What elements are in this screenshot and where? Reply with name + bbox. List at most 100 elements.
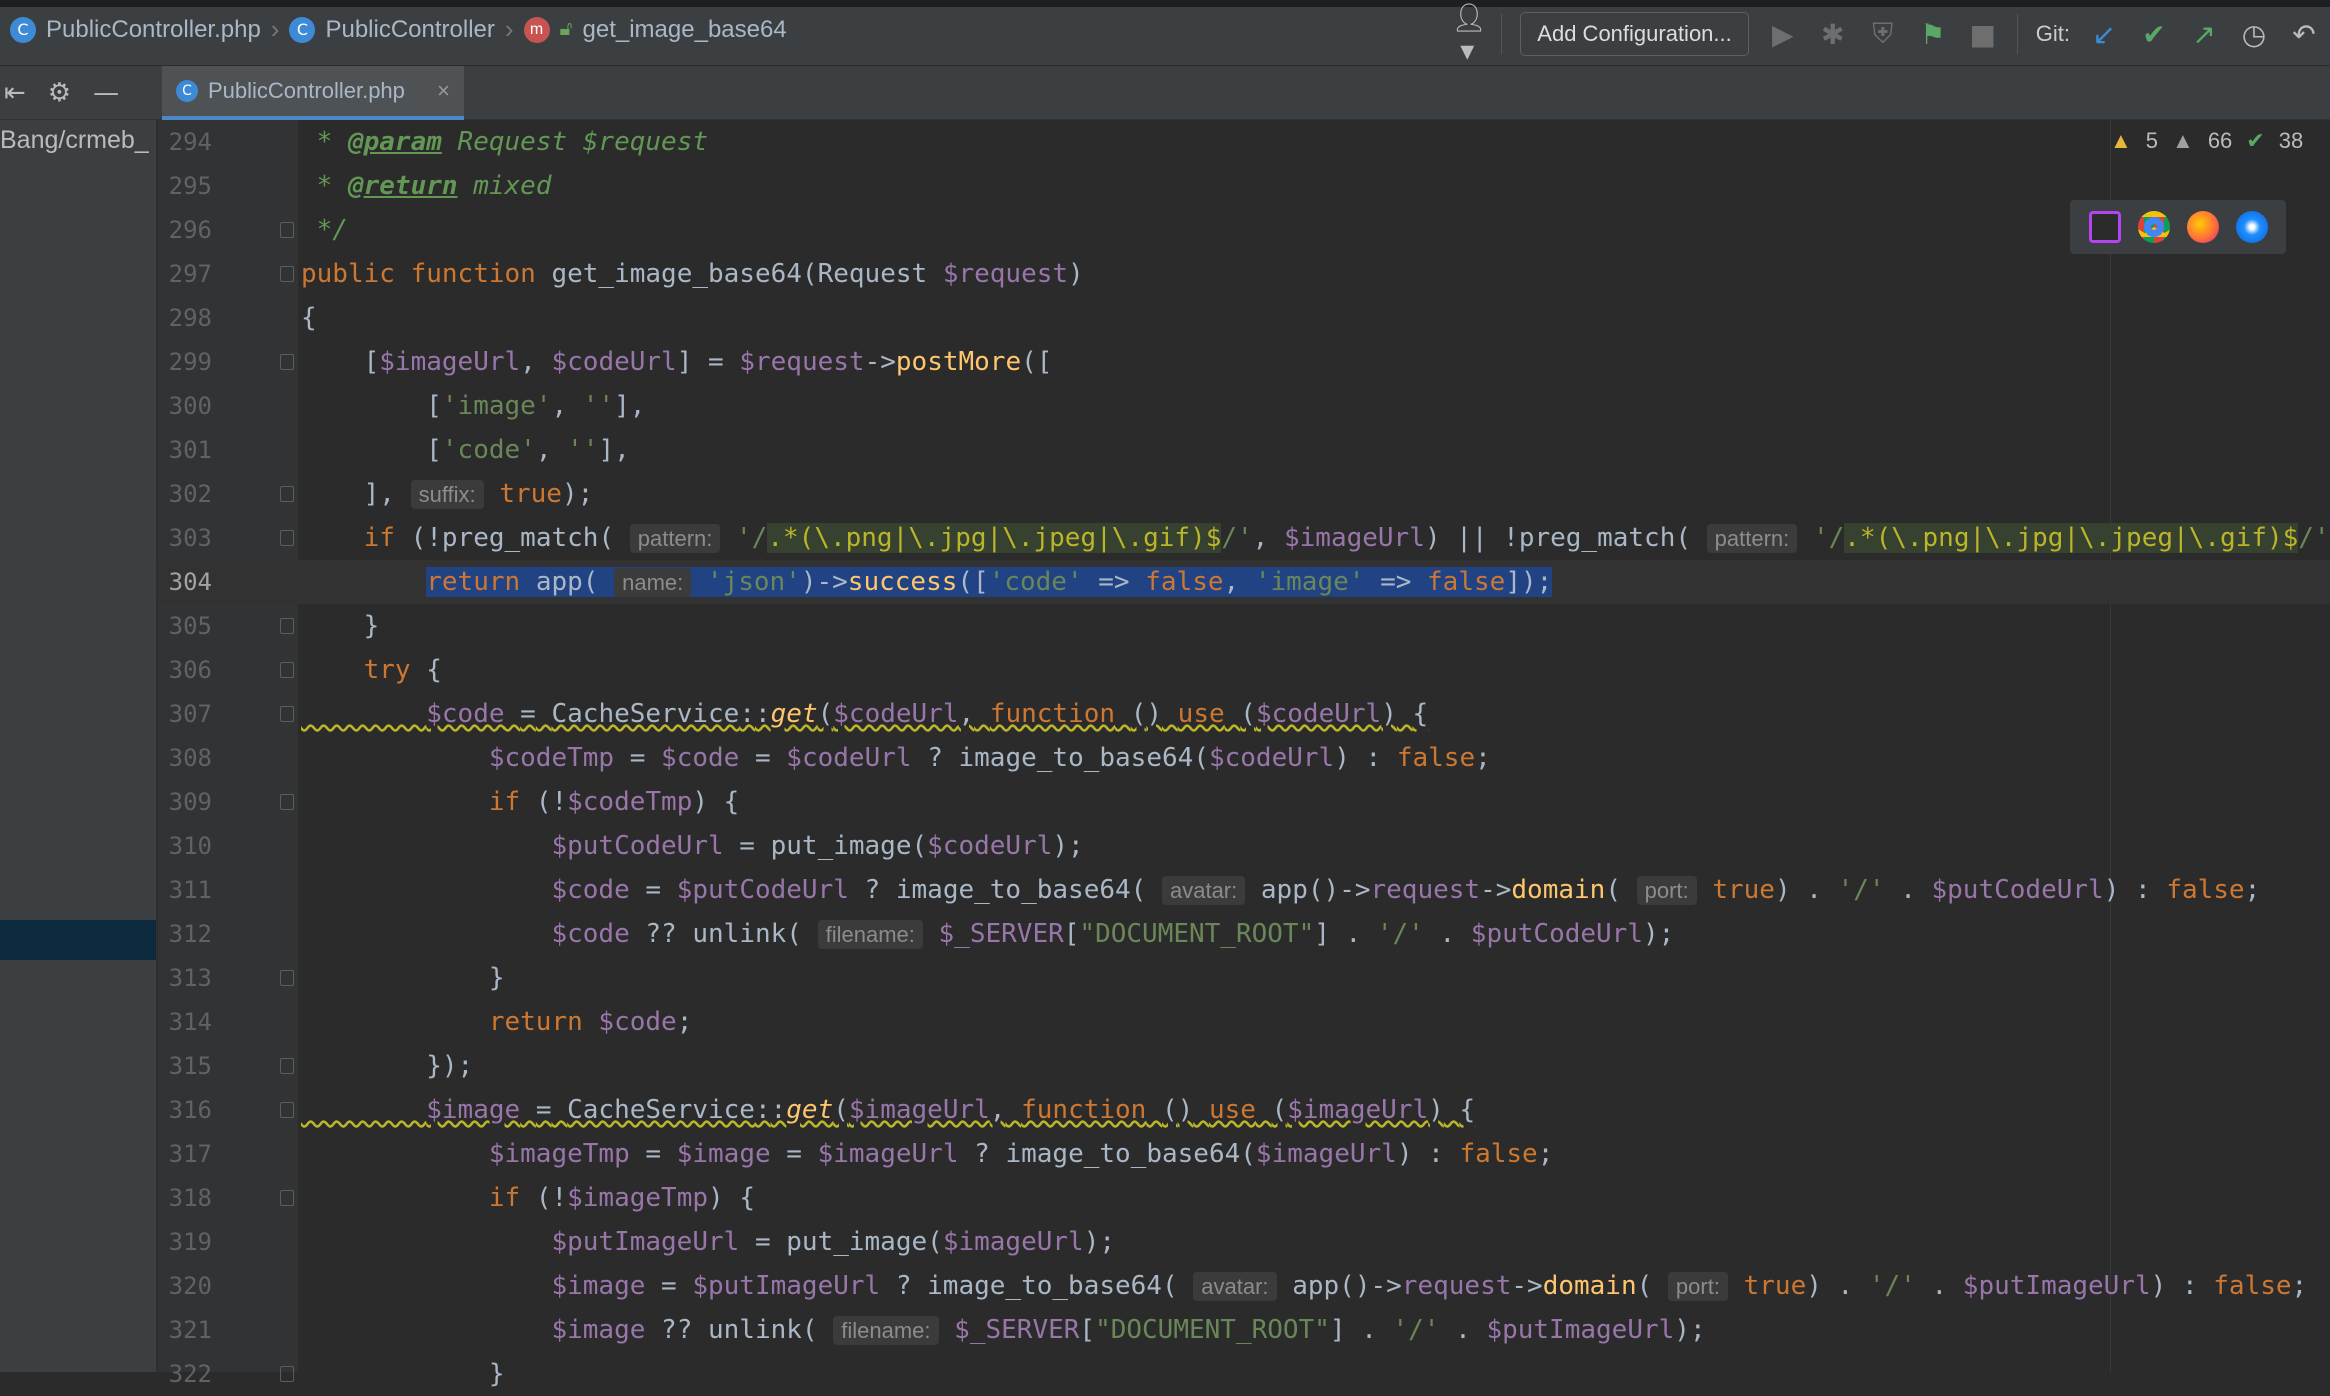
git-label: Git: xyxy=(2035,21,2070,46)
code-line[interactable]: 317 $imageTmp = $image = $imageUrl ? ima… xyxy=(158,1132,2330,1176)
line-number: 322 xyxy=(168,1360,212,1388)
fold-marker-icon[interactable] xyxy=(280,794,294,810)
debug-icon[interactable]: ✱ xyxy=(1817,18,1849,51)
code-text: $putCodeUrl = put_image($codeUrl); xyxy=(551,831,1084,861)
fold-marker-icon[interactable] xyxy=(280,1190,294,1206)
line-number: 311 xyxy=(168,876,212,904)
code-line[interactable]: 310 $putCodeUrl = put_image($codeUrl); xyxy=(158,824,2330,868)
tab-publiccontroller[interactable]: C PublicController.php × xyxy=(162,66,464,120)
code-line[interactable]: 296 */ xyxy=(158,208,2330,252)
git-commit-icon[interactable]: ✔ xyxy=(2138,18,2170,51)
fold-marker-icon[interactable] xyxy=(280,354,294,370)
safari-icon[interactable] xyxy=(2235,211,2268,243)
warning-count: 5 xyxy=(2145,128,2159,153)
code-text: $codeTmp = $code = $codeUrl ? image_to_b… xyxy=(488,743,1491,773)
fold-marker-icon[interactable] xyxy=(280,222,294,238)
code-line[interactable]: 299 [$imageUrl, $codeUrl] = $request->po… xyxy=(158,340,2330,384)
code-line[interactable]: 319 $putImageUrl = put_image($imageUrl); xyxy=(158,1220,2330,1264)
history-icon[interactable]: ◷ xyxy=(2238,18,2270,51)
breadcrumb: C PublicController.php › C PublicControl… xyxy=(10,14,787,45)
firefox-icon[interactable] xyxy=(2186,211,2219,243)
breadcrumb-method[interactable]: get_image_base64 xyxy=(583,16,787,44)
code-text: [$imageUrl, $codeUrl] = $request->postMo… xyxy=(363,347,1053,377)
browser-preview-popup xyxy=(2070,200,2286,254)
selected-tree-item[interactable] xyxy=(0,920,156,960)
code-text: */ xyxy=(301,215,348,245)
project-path[interactable]: Bang/crmeb_ xyxy=(0,126,149,155)
git-update-icon[interactable]: ↙ xyxy=(2088,18,2120,51)
code-line[interactable]: 297 public function get_image_base64(Requ… xyxy=(158,252,2330,296)
code-text: try { xyxy=(363,655,442,685)
line-number: 301 xyxy=(168,436,212,464)
fold-marker-icon[interactable] xyxy=(280,1102,294,1118)
gear-icon[interactable]: ⚙ xyxy=(48,78,71,108)
code-line[interactable]: 308 $codeTmp = $code = $codeUrl ? image_… xyxy=(158,736,2330,780)
stop-icon[interactable]: ■ xyxy=(1967,18,1999,51)
code-line[interactable]: 314 return $code; xyxy=(158,1000,2330,1044)
code-line[interactable]: 305 } xyxy=(158,604,2330,648)
code-line[interactable]: 322 } xyxy=(158,1352,2330,1396)
fold-marker-icon[interactable] xyxy=(280,618,294,634)
add-configuration-button[interactable]: Add Configuration... xyxy=(1520,12,1749,56)
line-number: 300 xyxy=(168,392,212,420)
code-line[interactable]: 309 if (!$codeTmp) { xyxy=(158,780,2330,824)
fold-marker-icon[interactable] xyxy=(280,266,294,282)
check-icon: ✔ xyxy=(2246,128,2265,153)
code-line[interactable]: 304 return app( name: 'json')->success([… xyxy=(158,560,2330,604)
fold-marker-icon[interactable] xyxy=(280,970,294,986)
fold-marker-icon[interactable] xyxy=(280,1058,294,1074)
line-number: 299 xyxy=(168,348,212,376)
close-icon[interactable]: × xyxy=(437,78,450,104)
git-push-icon[interactable]: ↗ xyxy=(2188,18,2220,51)
breadcrumb-file[interactable]: PublicController.php xyxy=(46,16,261,44)
code-text: { xyxy=(301,303,317,333)
coverage-icon[interactable]: ⛨ xyxy=(1867,17,1899,51)
fold-marker-icon[interactable] xyxy=(280,706,294,722)
code-line[interactable]: 307 $code = CacheService::get($codeUrl, … xyxy=(158,692,2330,736)
inspection-widget[interactable]: ▲ 5 ▲ 66 ✔ 38 xyxy=(2110,128,2303,154)
user-icon[interactable]: 👤︎▾ xyxy=(1451,1,1487,67)
fold-marker-icon[interactable] xyxy=(280,662,294,678)
fold-marker-icon[interactable] xyxy=(280,1366,294,1382)
line-number: 296 xyxy=(168,216,212,244)
phpstorm-icon[interactable] xyxy=(2088,211,2121,243)
code-line[interactable]: 298 { xyxy=(158,296,2330,340)
code-line[interactable]: 321 $image ?? unlink( filename: $_SERVER… xyxy=(158,1308,2330,1352)
php-class-icon: C xyxy=(176,80,198,102)
code-line[interactable]: 312 $code ?? unlink( filename: $_SERVER[… xyxy=(158,912,2330,956)
profile-icon[interactable]: ⚑ xyxy=(1917,18,1949,51)
code-line[interactable]: 295 * @return mixed xyxy=(158,164,2330,208)
code-text: $image ?? unlink( filename: $_SERVER["DO… xyxy=(551,1315,1706,1345)
code-text: return $code; xyxy=(488,1007,693,1037)
line-number: 310 xyxy=(168,832,212,860)
line-number: 318 xyxy=(168,1184,212,1212)
breadcrumb-class[interactable]: PublicController xyxy=(325,16,494,44)
line-number: 313 xyxy=(168,964,212,992)
code-line[interactable]: 302 ], suffix: true); xyxy=(158,472,2330,516)
code-line[interactable]: 315 }); xyxy=(158,1044,2330,1088)
code-text: $code = CacheService::get($codeUrl, func… xyxy=(426,699,1429,729)
code-line[interactable]: 306 try { xyxy=(158,648,2330,692)
chrome-icon[interactable] xyxy=(2137,211,2170,243)
code-line[interactable]: 320 $image = $putImageUrl ? image_to_bas… xyxy=(158,1264,2330,1308)
line-number: 316 xyxy=(168,1096,212,1124)
fold-marker-icon[interactable] xyxy=(280,530,294,546)
code-line[interactable]: 311 $code = $putCodeUrl ? image_to_base6… xyxy=(158,868,2330,912)
code-text: if (!$imageTmp) { xyxy=(488,1183,755,1213)
code-line[interactable]: 316 $image = CacheService::get($imageUrl… xyxy=(158,1088,2330,1132)
minimize-icon[interactable]: — xyxy=(93,78,119,108)
fold-marker-icon[interactable] xyxy=(280,486,294,502)
run-icon[interactable]: ▶ xyxy=(1767,18,1799,51)
code-line[interactable]: 301 ['code', ''], xyxy=(158,428,2330,472)
collapse-all-icon[interactable]: ⇤ xyxy=(4,78,26,108)
code-line[interactable]: 303 if (!preg_match( pattern: '/.*(\.png… xyxy=(158,516,2330,560)
toolbar-divider xyxy=(2016,14,2018,54)
code-line[interactable]: 294 * @param Request $request xyxy=(158,120,2330,164)
code-line[interactable]: 313 } xyxy=(158,956,2330,1000)
warning-icon: ▲ xyxy=(2110,128,2132,153)
code-line[interactable]: 318 if (!$imageTmp) { xyxy=(158,1176,2330,1220)
code-text: $image = CacheService::get($imageUrl, fu… xyxy=(426,1095,1476,1125)
line-number: 321 xyxy=(168,1316,212,1344)
code-line[interactable]: 300 ['image', ''], xyxy=(158,384,2330,428)
rollback-icon[interactable]: ↶ xyxy=(2288,18,2320,51)
